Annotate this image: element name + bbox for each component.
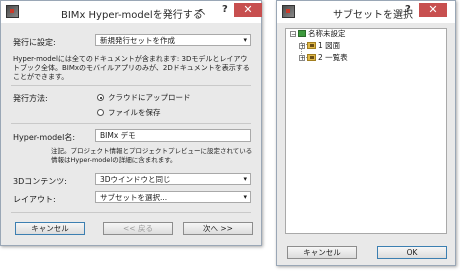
back-button[interactable]: << 戻る <box>103 222 173 235</box>
expand-icon[interactable]: + <box>299 54 305 61</box>
chevron-down-icon: ▾ <box>243 36 247 44</box>
help-button[interactable]: ? <box>222 4 228 15</box>
3d-content-value: 3Dウインドウと同じ <box>100 175 171 184</box>
chevron-down-icon: ▾ <box>243 175 247 183</box>
radio-save-file-label: ファイルを保存 <box>108 108 161 117</box>
radio-unselected-icon <box>97 109 104 116</box>
tree-item-drawings[interactable]: + 1 図面 <box>299 40 340 51</box>
publish-settings-value: 新規発行セットを作成 <box>100 36 175 45</box>
ok-button[interactable]: OK <box>377 246 447 259</box>
layout-value: サブセットを選択... <box>100 193 168 202</box>
3d-content-label: 3Dコンテンツ: <box>13 177 67 186</box>
publish-hypermodel-dialog: BIMx Hyper-modelを発行する ↖ ? ✕ 発行に設定: 新規発行セ… <box>0 0 262 246</box>
layout-folder-icon <box>307 42 316 49</box>
radio-save-file[interactable]: ファイルを保存 <box>97 107 161 118</box>
tree-item-root[interactable]: − 名称未設定 <box>290 28 346 39</box>
divider <box>11 85 251 86</box>
divider <box>11 123 251 124</box>
close-button[interactable]: ✕ <box>234 3 262 17</box>
layout-label: レイアウト: <box>13 195 56 204</box>
publish-settings-label: 発行に設定: <box>13 38 56 47</box>
archicad-app-icon <box>6 5 19 18</box>
3d-content-dropdown[interactable]: 3Dウインドウと同じ ▾ <box>95 173 251 185</box>
cancel-button[interactable]: キャンセル <box>287 246 357 259</box>
cancel-button[interactable]: キャンセル <box>15 222 85 235</box>
hypermodel-name-input[interactable]: BIMx デモ <box>95 129 251 142</box>
next-button[interactable]: 次へ >> <box>183 222 253 235</box>
divider <box>11 212 251 213</box>
subset-tree[interactable]: − 名称未設定 + 1 図面 + 2 一覧表 <box>285 28 447 234</box>
layout-folder-icon <box>307 54 316 61</box>
collapse-icon[interactable]: − <box>290 30 296 37</box>
chevron-down-icon: ▾ <box>243 193 247 201</box>
expand-icon[interactable]: + <box>299 42 305 49</box>
radio-selected-icon <box>97 94 104 101</box>
dialog-title: BIMx Hyper-modelを発行する <box>61 10 203 21</box>
tree-item-label: 1 図面 <box>318 41 341 50</box>
archicad-app-icon <box>282 5 295 18</box>
radio-upload-cloud[interactable]: クラウドにアップロード <box>97 92 191 103</box>
title-bar[interactable]: サブセットを選択 ? ✕ <box>277 1 455 23</box>
note-text: 注記。プロジェクト情報とプロジェクトプレビューに設定されている情報はHyper-… <box>51 147 253 164</box>
dialog-title: サブセットを選択 <box>333 10 413 21</box>
tree-item-label: 名称未設定 <box>308 29 346 38</box>
layout-dropdown[interactable]: サブセットを選択... ▾ <box>95 191 251 203</box>
tree-item-schedules[interactable]: + 2 一覧表 <box>299 52 348 63</box>
help-button[interactable]: ? <box>405 4 411 15</box>
publish-description: Hyper-modelには全てのドキュメントが含まれます: 3Dモデルとレイアウ… <box>13 55 250 81</box>
tree-item-label: 2 一覧表 <box>318 53 348 62</box>
select-subset-dialog: サブセットを選択 ? ✕ − 名称未設定 + 1 図面 + 2 一覧表 キャンセ… <box>276 0 456 266</box>
mouse-cursor-icon: ↖ <box>198 7 207 18</box>
publish-settings-dropdown[interactable]: 新規発行セットを作成 ▾ <box>95 34 251 46</box>
project-icon <box>298 30 306 37</box>
method-label: 発行方法: <box>13 94 48 103</box>
radio-upload-cloud-label: クラウドにアップロード <box>108 93 191 102</box>
title-bar[interactable]: BIMx Hyper-modelを発行する ↖ ? ✕ <box>1 1 262 23</box>
close-button[interactable]: ✕ <box>419 3 447 17</box>
hypermodel-name-label: Hyper-model名: <box>13 133 76 142</box>
